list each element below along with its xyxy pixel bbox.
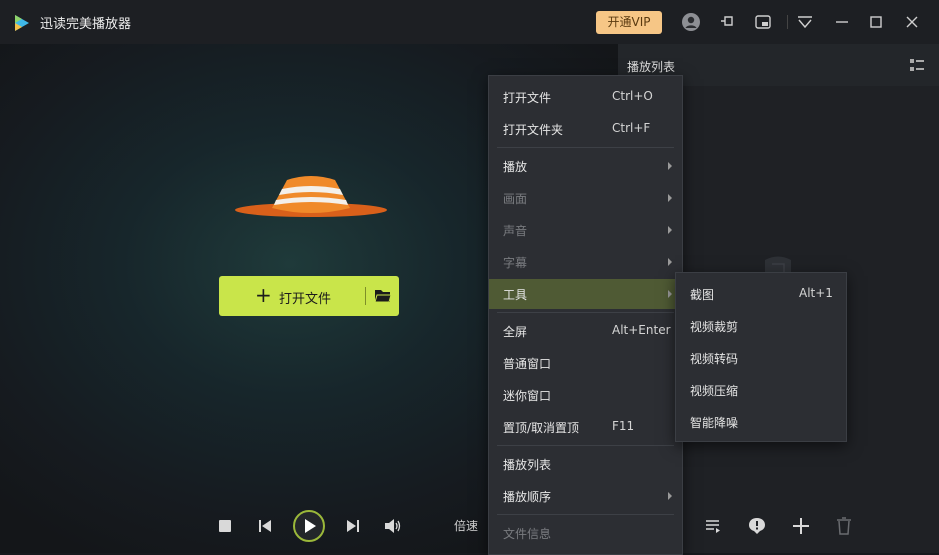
submenu-item-video-compress[interactable]: 视频压缩	[676, 375, 846, 405]
menu-separator	[497, 147, 674, 148]
menu-item-label: 播放	[503, 160, 528, 174]
menu-item-shortcut: Ctrl+O	[612, 89, 653, 103]
next-icon[interactable]	[345, 518, 361, 534]
submenu-arrow-icon	[668, 492, 672, 500]
menu-item-label: 截图	[690, 288, 715, 302]
list-mode-icon[interactable]	[909, 57, 925, 73]
menu-item-mini-window[interactable]: 迷你窗口	[489, 380, 682, 410]
open-file-label: 打开文件	[279, 292, 332, 307]
menu-item-tools[interactable]: 工具	[489, 279, 682, 309]
menu-item-label: 播放列表	[503, 458, 552, 472]
menu-separator	[497, 514, 674, 515]
playlist-title: 播放列表	[627, 60, 676, 74]
menu-item-label: 视频转码	[690, 352, 739, 366]
vip-button[interactable]: 开通VIP	[596, 11, 662, 34]
mini-mode-icon[interactable]	[753, 12, 773, 32]
title-bar: 迅读完美播放器 开通VIP	[0, 0, 939, 44]
menu-item-label: 智能降噪	[690, 416, 739, 430]
delete-icon[interactable]	[836, 517, 852, 535]
menu-item-normal-window[interactable]: 普通窗口	[489, 348, 682, 378]
player-cone-logo	[235, 176, 387, 217]
close-icon[interactable]	[902, 12, 922, 32]
menu-item-file-info: 文件信息	[489, 518, 682, 548]
stop-icon[interactable]	[218, 519, 232, 533]
pin-icon[interactable]	[718, 12, 738, 32]
folder-icon[interactable]	[374, 287, 392, 305]
menu-item-label: 工具	[503, 288, 528, 302]
submenu-item-video-clip[interactable]: 视频裁剪	[676, 311, 846, 341]
submenu-item-screenshot[interactable]: 截图 Alt+1	[676, 279, 846, 309]
submenu-arrow-icon	[668, 258, 672, 266]
menu-item-fullscreen[interactable]: 全屏 Alt+Enter	[489, 316, 682, 346]
menu-item-label: 声音	[503, 224, 528, 238]
menu-item-shortcut: Alt+Enter	[612, 323, 671, 337]
menu-separator	[497, 445, 674, 446]
menu-item-playlist[interactable]: 播放列表	[489, 449, 682, 479]
titlebar-separator	[787, 15, 788, 29]
menu-item-open-file[interactable]: 打开文件 Ctrl+O	[489, 82, 682, 112]
play-button[interactable]	[292, 509, 326, 543]
menu-item-shortcut: Alt+1	[799, 286, 833, 300]
submenu-arrow-icon	[668, 194, 672, 202]
menu-item-label: 视频压缩	[690, 384, 739, 398]
menu-item-label: 视频裁剪	[690, 320, 739, 334]
open-file-button[interactable]: + 打开文件	[219, 276, 399, 316]
add-icon[interactable]	[792, 517, 810, 535]
menu-item-subtitle: 字幕	[489, 247, 682, 277]
menu-item-label: 播放顺序	[503, 490, 552, 504]
submenu-arrow-icon	[668, 226, 672, 234]
user-avatar-icon[interactable]	[681, 12, 701, 32]
comment-icon[interactable]	[748, 517, 766, 535]
menu-item-label: 字幕	[503, 256, 528, 270]
menu-item-shortcut: F11	[612, 419, 635, 433]
submenu-arrow-icon	[668, 290, 672, 298]
menu-item-label: 打开文件夹	[503, 123, 564, 137]
menu-item-play-order[interactable]: 播放顺序	[489, 481, 682, 511]
volume-icon[interactable]	[384, 518, 402, 534]
speed-button[interactable]: 倍速	[454, 517, 478, 534]
menu-item-label: 普通窗口	[503, 357, 552, 371]
menu-item-picture: 画面	[489, 183, 682, 213]
plus-icon: +	[255, 283, 272, 307]
menu-item-open-folder[interactable]: 打开文件夹 Ctrl+F	[489, 114, 682, 144]
playlist-toggle-icon[interactable]	[705, 519, 721, 533]
menu-item-label: 置顶/取消置顶	[503, 421, 580, 435]
menu-item-label: 全屏	[503, 325, 528, 339]
menu-item-play[interactable]: 播放	[489, 151, 682, 181]
menu-item-label: 画面	[503, 192, 528, 206]
menu-item-sound: 声音	[489, 215, 682, 245]
context-menu: 打开文件 Ctrl+O 打开文件夹 Ctrl+F 播放 画面 声音 字幕 工具 …	[488, 75, 683, 555]
minimize-icon[interactable]	[832, 12, 852, 32]
maximize-icon[interactable]	[866, 12, 886, 32]
previous-icon[interactable]	[257, 518, 273, 534]
menu-item-pin-top[interactable]: 置顶/取消置顶 F11	[489, 412, 682, 442]
menu-item-shortcut: Ctrl+F	[612, 121, 651, 135]
menu-item-label: 打开文件	[503, 91, 552, 105]
menu-item-label: 迷你窗口	[503, 389, 552, 403]
menu-separator	[497, 312, 674, 313]
submenu-arrow-icon	[668, 162, 672, 170]
menu-item-label: 文件信息	[503, 527, 552, 541]
tools-submenu: 截图 Alt+1 视频裁剪 视频转码 视频压缩 智能降噪	[675, 272, 847, 442]
dropdown-icon[interactable]	[795, 12, 815, 32]
submenu-item-noise-reduction[interactable]: 智能降噪	[676, 407, 846, 437]
app-logo-icon	[15, 15, 29, 31]
submenu-item-video-convert[interactable]: 视频转码	[676, 343, 846, 373]
button-divider	[365, 287, 366, 305]
app-title: 迅读完美播放器	[40, 17, 132, 32]
